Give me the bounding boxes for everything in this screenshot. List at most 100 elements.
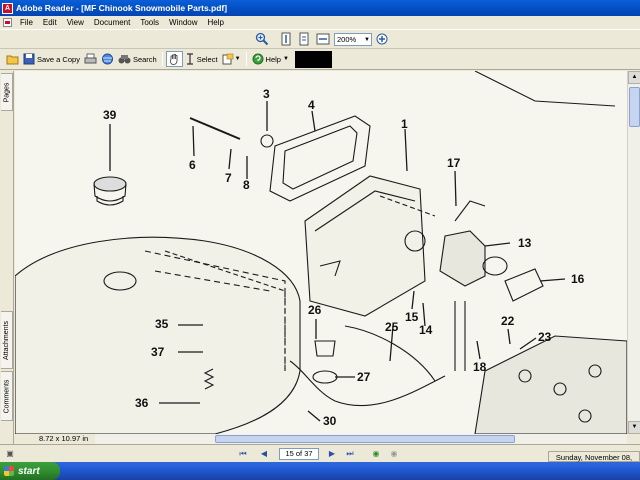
callout-14: 14 — [419, 323, 433, 337]
snapshot-dropdown-icon[interactable]: ▼ — [235, 56, 241, 62]
tab-comments[interactable]: Comments — [1, 371, 13, 421]
menu-edit[interactable]: Edit — [38, 18, 62, 27]
callout-1: 1 — [401, 117, 408, 131]
toolbar-separator — [161, 52, 163, 66]
callout-30: 30 — [323, 414, 337, 428]
callout-labels: 39 3 4 1 6 7 8 17 13 16 35 37 36 15 14 2… — [15, 71, 627, 434]
save-a-copy-button[interactable]: Save a Copy — [21, 51, 82, 67]
email-button[interactable] — [99, 51, 116, 67]
document-icon[interactable] — [3, 18, 12, 27]
select-label: Select — [196, 54, 218, 64]
system-date: Sunday, November 08, 2009 — [548, 451, 640, 473]
document-view[interactable]: 39 3 4 1 6 7 8 17 13 16 35 37 36 15 14 2… — [15, 71, 627, 434]
start-button[interactable]: start — [0, 462, 60, 480]
callout-22: 22 — [501, 314, 515, 328]
help-label: Help — [265, 54, 281, 64]
horizontal-scroll-thumb[interactable] — [215, 435, 515, 443]
next-page-icon[interactable]: ▶ — [326, 448, 338, 460]
page-navigation-bar: ▣ ⏮ ◀ 15 of 37 ▶ ⏭ ◉ ◉ — [0, 444, 640, 462]
callout-39: 39 — [103, 108, 117, 122]
callout-37: 37 — [151, 345, 165, 359]
search-button[interactable]: Search — [116, 51, 159, 67]
tab-comments-label: Comments — [3, 379, 10, 413]
callout-4: 4 — [308, 98, 315, 112]
callout-16: 16 — [571, 272, 585, 286]
callout-8: 8 — [243, 178, 250, 192]
fit-page-icon — [299, 32, 309, 46]
hand-tool-button[interactable] — [165, 51, 183, 67]
toolbar-black-panel — [294, 50, 332, 68]
zoom-in-icon — [376, 33, 388, 45]
tab-attachments-label: Attachments — [3, 320, 11, 360]
callout-18: 18 — [473, 360, 487, 374]
zoom-toolbar: 200% ▼ — [0, 29, 640, 49]
menu-window[interactable]: Window — [164, 18, 202, 27]
callout-27: 27 — [357, 370, 371, 384]
magnifier-icon — [255, 32, 269, 46]
start-label: start — [18, 465, 40, 477]
adobe-reader-icon: A — [2, 2, 13, 14]
actual-size-button[interactable] — [279, 31, 293, 47]
callout-6: 6 — [189, 158, 196, 172]
callout-26: 26 — [308, 303, 322, 317]
callout-23: 23 — [538, 330, 552, 344]
snapshot-icon — [222, 53, 233, 65]
callout-7: 7 — [225, 171, 232, 185]
toolbar-separator — [245, 52, 247, 66]
menu-view[interactable]: View — [62, 18, 89, 27]
scroll-up-arrow-icon[interactable]: ▲ — [628, 71, 640, 84]
go-back-icon[interactable]: ◉ — [370, 448, 382, 460]
hand-icon — [169, 54, 178, 65]
scroll-down-arrow-icon[interactable]: ▼ — [628, 421, 640, 434]
open-button[interactable] — [4, 51, 21, 67]
callout-15: 15 — [405, 310, 419, 324]
callout-3: 3 — [263, 87, 270, 101]
printer-icon — [84, 53, 97, 64]
callout-17: 17 — [447, 156, 461, 170]
search-label: Search — [132, 54, 157, 64]
fit-width-button[interactable] — [315, 31, 331, 47]
snapshot-tool-button[interactable]: ▼ — [220, 51, 243, 67]
help-dropdown-icon[interactable]: ▼ — [283, 56, 289, 62]
page-size-readout: 8.72 x 10.97 in — [15, 434, 95, 444]
tab-pages[interactable]: Pages — [1, 73, 13, 111]
menu-help[interactable]: Help — [203, 18, 229, 27]
go-forward-icon[interactable]: ◉ — [388, 448, 400, 460]
zoom-in-tool-button[interactable] — [252, 31, 272, 47]
adobe-reader-window: A Adobe Reader - [MF Chinook Snowmobile … — [0, 0, 640, 480]
save-a-copy-label: Save a Copy — [37, 54, 80, 64]
menu-document[interactable]: Document — [89, 18, 135, 27]
binoculars-icon — [118, 55, 131, 64]
fit-page-button[interactable] — [297, 31, 311, 47]
horizontal-scrollbar[interactable] — [95, 434, 627, 444]
tab-pages-label: Pages — [3, 82, 11, 102]
floppy-disk-icon — [23, 53, 35, 65]
print-button[interactable] — [82, 51, 99, 67]
previous-page-icon[interactable]: ◀ — [258, 448, 270, 460]
last-page-icon[interactable]: ⏭ — [344, 448, 356, 460]
expand-pane-icon[interactable]: ▣ — [4, 448, 16, 460]
first-page-icon[interactable]: ⏮ — [237, 448, 249, 460]
title-bar: A Adobe Reader - [MF Chinook Snowmobile … — [0, 0, 640, 16]
help-icon — [252, 53, 264, 65]
callout-35: 35 — [155, 317, 169, 331]
navigation-pane: Pages Attachments Comments — [0, 71, 14, 444]
help-button[interactable]: Help ▼ — [250, 51, 291, 67]
globe-icon — [101, 53, 113, 65]
menu-bar: File Edit View Document Tools Window Hel… — [0, 16, 640, 29]
vertical-scrollbar[interactable]: ▲ ▼ — [627, 71, 640, 434]
main-toolbar: Save a Copy Search Select ▼ Help ▼ — [0, 49, 640, 70]
page-number-field[interactable]: 15 of 37 — [279, 448, 319, 460]
zoom-in-button[interactable] — [375, 31, 389, 47]
select-tool-button[interactable]: Select — [183, 51, 220, 67]
zoom-dropdown-arrow-icon[interactable]: ▼ — [363, 34, 371, 45]
folder-icon — [6, 55, 19, 64]
tab-attachments[interactable]: Attachments — [1, 311, 13, 369]
menu-tools[interactable]: Tools — [135, 18, 164, 27]
callout-36: 36 — [135, 396, 149, 410]
callout-13: 13 — [518, 236, 532, 250]
windows-taskbar: start — [0, 462, 640, 480]
menu-file[interactable]: File — [15, 18, 38, 27]
windows-flag-icon — [4, 466, 14, 476]
vertical-scroll-thumb[interactable] — [629, 87, 640, 127]
